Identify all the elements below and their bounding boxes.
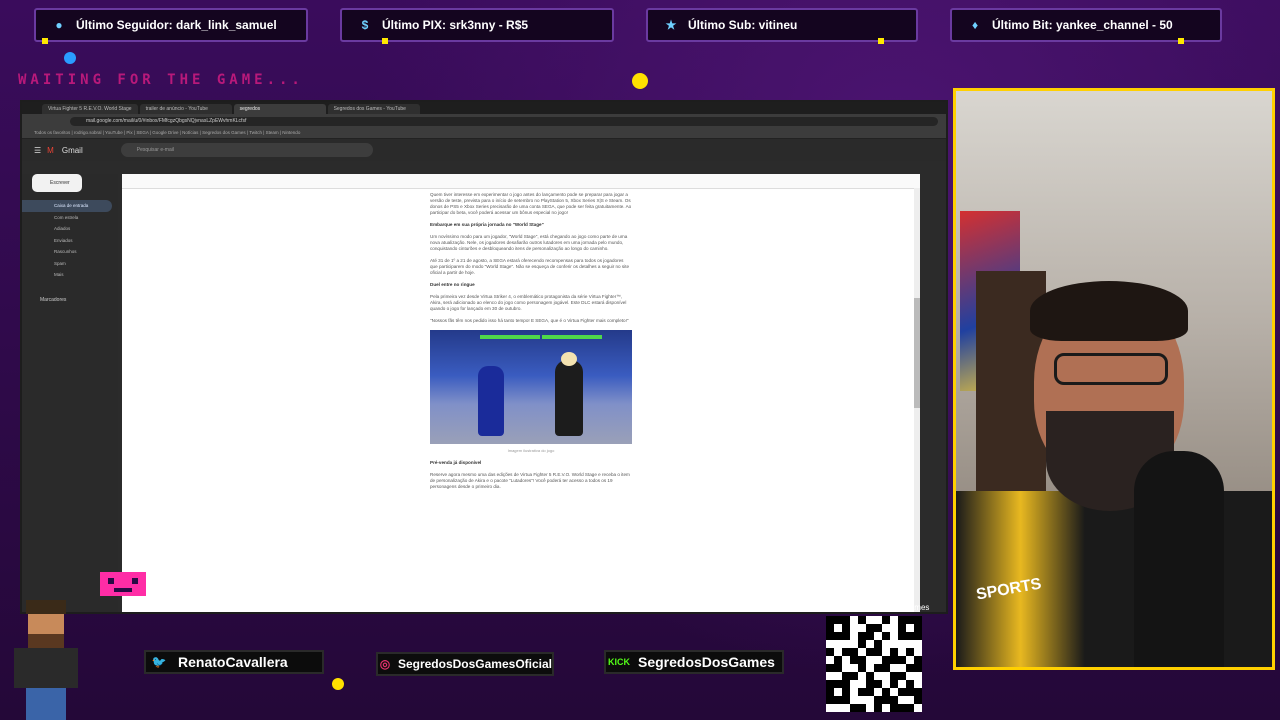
alert-follower-text: Último Seguidor: dark_link_samuel (76, 18, 277, 32)
alert-last-bit: ♦ Último Bit: yankee_channel - 50 (950, 8, 1222, 44)
pixel-character (4, 598, 90, 720)
article-quote: "Nossos fãs têm nos pedido isso há tanto… (430, 318, 629, 323)
browser-tab-active[interactable]: segredos (233, 104, 326, 114)
twitter-handle: 🐦 RenatoCavallera (144, 650, 324, 674)
twitter-icon: 🐦 (151, 655, 167, 669)
instagram-icon: ◎ (379, 657, 391, 671)
email-article: Quem tiver interesse em experimentar o j… (430, 192, 632, 496)
labels-heading: Marcadores (40, 296, 67, 303)
sidebar-item-starred[interactable]: Com estrela (22, 212, 112, 224)
glasses (1054, 353, 1168, 385)
dollar-icon: $ (361, 18, 369, 32)
article-heading: Duel entre no ringue (430, 282, 475, 287)
blue-dot (64, 52, 76, 64)
qr-url: livepix.gg/segredosdosgames (824, 603, 930, 612)
alert-sub-text: Último Sub: vitineu (688, 18, 798, 32)
microphone (1134, 451, 1224, 667)
instagram-handle: ◎ SegredosDosGamesOficial (376, 652, 554, 676)
health-bar-p1 (480, 335, 540, 339)
compose-button[interactable]: Escrever (32, 174, 82, 192)
tab-strip: Virtua Fighter 5 R.E.V.O. World Stage tr… (22, 102, 946, 114)
alert-pix-text: Último PIX: srk3nny - R$5 (382, 18, 529, 32)
article-heading: Embarque em sua própria jornada no "Worl… (430, 222, 544, 227)
article-paragraph: Até 31 de 1º a 21 de agosto, a SEGA esta… (430, 258, 630, 275)
user-icon: ● (55, 18, 63, 32)
streamer-shirt (956, 491, 1272, 667)
article-paragraph: Quem tiver interesse em experimentar o j… (430, 192, 632, 215)
kick-icon: KICK (608, 657, 630, 667)
alerts-bar: ● Último Seguidor: dark_link_samuel $ Úl… (0, 0, 1280, 50)
webcam-feed: SPORTS (953, 88, 1275, 670)
browser-window: Virtua Fighter 5 R.E.V.O. World Stage tr… (20, 100, 948, 614)
article-paragraph: Reserve agora mesmo uma das edições de V… (430, 472, 630, 489)
star-icon: ★ (665, 18, 677, 32)
gmail-header: ☰ M Gmail Pesquisar e-mail (22, 139, 946, 161)
waiting-banner: WAITING FOR THE GAME... (18, 72, 304, 88)
sidebar-item-sent[interactable]: Enviados (22, 235, 112, 247)
qr-code (826, 616, 922, 712)
instagram-label: SegredosDosGamesOficial (397, 657, 552, 671)
article-paragraph: Pela primeira vez desde Virtua Striker 4… (430, 294, 627, 311)
browser-tab[interactable]: Segredos dos Games - YouTube (327, 104, 420, 114)
email-toolbar (122, 174, 920, 189)
email-content: Quem tiver interesse em experimentar o j… (122, 174, 920, 612)
menu-icon[interactable]: ☰ (34, 146, 41, 155)
yellow-dot (332, 678, 344, 690)
kick-handle: KICK SegredosDosGames (604, 650, 784, 674)
sidebar-item-inbox[interactable]: Caixa de entrada (22, 200, 112, 212)
image-caption: Imagem ilustrativa do jogo (507, 448, 555, 453)
alert-corner (1178, 38, 1184, 44)
fighter-black (555, 352, 583, 436)
scrollbar[interactable] (914, 188, 920, 612)
game-screenshot (430, 330, 632, 444)
alert-bit-text: Último Bit: yankee_channel - 50 (992, 18, 1173, 32)
kick-label: SegredosDosGames (638, 654, 775, 670)
search-input[interactable]: Pesquisar e-mail (120, 143, 373, 157)
alert-last-follower: ● Último Seguidor: dark_link_samuel (34, 8, 308, 44)
alert-corner (42, 38, 48, 44)
gmail-logo-icon: M (47, 145, 54, 155)
article-paragraph: Um novíssimo modo para um jogador, "Worl… (430, 234, 628, 251)
twitter-label: RenatoCavallera (178, 654, 288, 670)
sidebar-item-snoozed[interactable]: Adiados (22, 223, 112, 235)
browser-tab[interactable]: trailer de anúncio - YouTube (139, 104, 232, 114)
address-bar: mail.google.com/mail/u/0/#inbox/FMfcgzQb… (22, 114, 946, 128)
sidebar-item-spam[interactable]: Spam (22, 258, 112, 270)
alert-last-sub: ★ Último Sub: vitineu (646, 8, 918, 44)
article-heading: Pré-venda já disponível (430, 460, 482, 465)
diamond-icon: ♦ (971, 18, 979, 32)
alert-corner (878, 38, 884, 44)
streamer-hair (1030, 281, 1188, 341)
fighter-blue (478, 366, 504, 436)
sidebar-item-more[interactable]: Mais (22, 269, 112, 281)
alert-corner (382, 38, 388, 44)
health-bar-p2 (542, 335, 602, 339)
sidebar-item-drafts[interactable]: Rascunhos (22, 246, 112, 258)
yellow-dot (632, 73, 648, 89)
pixel-logo-icon (96, 566, 150, 602)
browser-tab[interactable]: Virtua Fighter 5 R.E.V.O. World Stage (42, 104, 138, 114)
alert-last-pix: $ Último PIX: srk3nny - R$5 (340, 8, 614, 44)
gmail-sidebar: Escrever Caixa de entrada Com estrela Ad… (22, 174, 118, 612)
gmail-logo: Gmail (61, 145, 83, 155)
url-field[interactable]: mail.google.com/mail/u/0/#inbox/FMfcgzQb… (70, 116, 938, 126)
bookmarks-bar[interactable]: Todos os favoritos | rodrigo.sobral | Yo… (22, 128, 946, 139)
